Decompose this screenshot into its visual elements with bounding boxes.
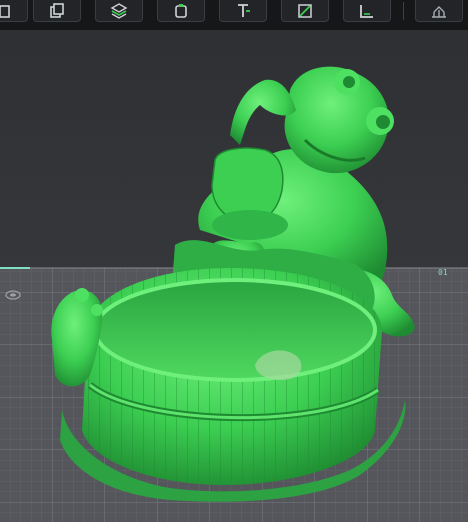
measure-button[interactable] xyxy=(343,0,391,22)
tool-1-button[interactable] xyxy=(0,0,28,22)
top-toolbar xyxy=(0,0,468,30)
layers-icon xyxy=(110,2,128,19)
support-button[interactable] xyxy=(415,0,463,22)
frog-barrel-model[interactable] xyxy=(0,30,468,522)
toolbar-separator xyxy=(403,2,404,20)
copy-button[interactable] xyxy=(33,0,81,22)
measure-icon xyxy=(360,4,373,18)
draw-button[interactable] xyxy=(281,0,329,22)
layers-button[interactable] xyxy=(95,0,143,22)
draw-icon xyxy=(298,3,312,18)
text-button[interactable] xyxy=(219,0,267,22)
bucket-button[interactable] xyxy=(157,0,205,22)
bucket-icon xyxy=(175,3,187,18)
text-icon xyxy=(238,3,250,17)
copy-icon xyxy=(50,2,64,18)
tool-1-icon xyxy=(0,4,10,18)
3d-viewport[interactable]: 01 xyxy=(0,30,468,522)
support-icon xyxy=(432,5,446,18)
